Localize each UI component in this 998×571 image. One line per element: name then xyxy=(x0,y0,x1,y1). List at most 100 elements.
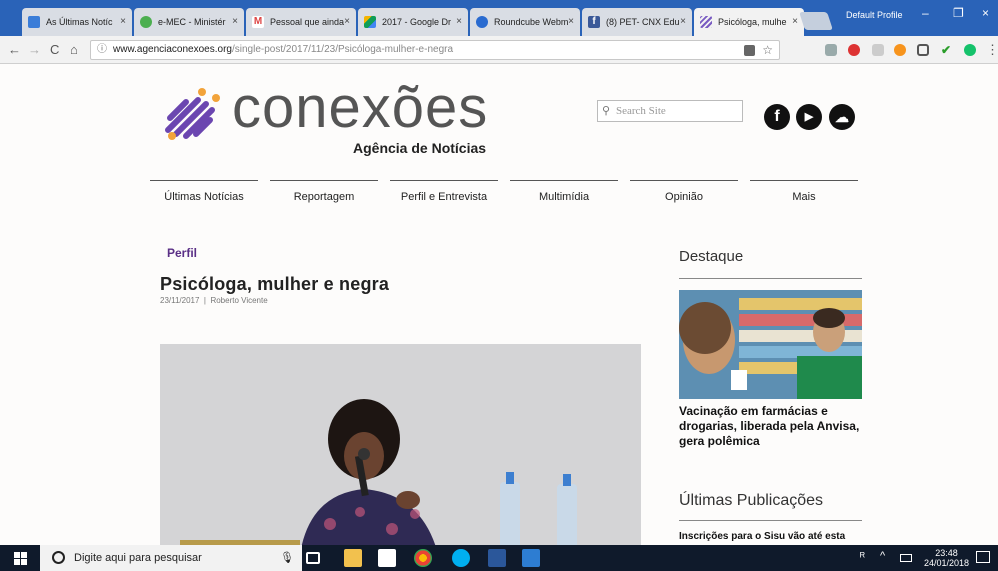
tab-facebook[interactable]: f (8) PET- CNX Edu × xyxy=(582,8,692,36)
tab-e-mec[interactable]: e-MEC - Ministér × xyxy=(134,8,244,36)
taskbar-clock[interactable]: 23:48 24/01/2018 xyxy=(924,548,969,568)
nav-opiniao[interactable]: Opinião xyxy=(630,180,738,203)
featured-heading: Destaque xyxy=(679,248,744,265)
nav-perfil-entrevista[interactable]: Perfil e Entrevista xyxy=(390,180,498,203)
site-info-icon[interactable]: ⓘ xyxy=(97,41,107,59)
close-icon[interactable]: × xyxy=(344,8,350,36)
clock-time: 23:48 xyxy=(935,548,958,558)
site-favicon-icon xyxy=(28,16,40,28)
chrome-icon[interactable] xyxy=(414,549,432,567)
cortana-icon xyxy=(52,551,65,564)
post-date: 23/11/2017 xyxy=(160,296,200,305)
play-icon[interactable] xyxy=(894,44,906,56)
search-icon: ⚲ xyxy=(602,105,611,117)
word-icon[interactable] xyxy=(488,549,506,567)
post-author[interactable]: Roberto Vicente xyxy=(210,296,267,305)
url-path: /single-post/2017/11/23/Psicóloga-mulher… xyxy=(231,44,454,55)
main-nav: Últimas Notícias Reportagem Perfil e Ent… xyxy=(150,180,860,210)
latest-article-title[interactable]: Inscrições para o Sisu vão até esta xyxy=(679,530,862,543)
site-search-input[interactable]: ⚲ Search Site xyxy=(597,100,743,122)
tab-psicologa-active[interactable]: Psicóloga, mulhe × xyxy=(694,8,804,36)
tab-roundcube[interactable]: Roundcube Webm × xyxy=(470,8,580,36)
pin-icon[interactable] xyxy=(872,44,884,56)
youtube-icon[interactable]: ▶ xyxy=(796,104,822,130)
nav-mais[interactable]: Mais xyxy=(750,180,858,203)
conexoes-favicon-icon xyxy=(700,16,712,28)
facebook-favicon-icon: f xyxy=(588,16,600,28)
photos-icon[interactable] xyxy=(522,549,540,567)
nav-reportagem[interactable]: Reportagem xyxy=(270,180,378,203)
browser-toolbar: ← → C ⌂ ⓘ www.agenciaconexoes.org/single… xyxy=(0,36,998,64)
microphone-icon[interactable]: 🎙 xyxy=(280,545,294,571)
drive-icon xyxy=(364,16,376,28)
restore-icon[interactable]: ❐ xyxy=(953,6,964,20)
browser-tab-strip: As Últimas Notíc × e-MEC - Ministér × M … xyxy=(0,0,998,36)
tab-gmail[interactable]: M Pessoal que ainda × xyxy=(246,8,356,36)
tab-label: 2017 - Google Dr xyxy=(382,17,452,27)
logo-wordmark[interactable]: conexões xyxy=(232,74,488,141)
post-category-link[interactable]: Perfil xyxy=(167,246,197,260)
cast-icon[interactable] xyxy=(917,44,929,56)
latest-divider xyxy=(679,520,862,521)
tab-ultimas-noticias[interactable]: As Últimas Notíc × xyxy=(22,8,132,36)
close-icon[interactable]: × xyxy=(232,8,238,36)
close-icon[interactable]: × xyxy=(792,8,798,36)
roundcube-icon xyxy=(476,16,488,28)
profile-label[interactable]: Default Profile xyxy=(846,10,903,20)
meta-separator: | xyxy=(203,296,206,305)
window-close-icon[interactable]: × xyxy=(982,6,989,20)
taskbar-search-placeholder: Digite aqui para pesquisar xyxy=(74,552,202,564)
show-hidden-icons-icon[interactable]: ^ xyxy=(880,550,885,562)
nav-ultimas-noticias[interactable]: Últimas Notícias xyxy=(150,180,258,203)
featured-article-title[interactable]: Vacinação em farmácias e drogarias, libe… xyxy=(679,404,862,449)
back-icon[interactable]: ← xyxy=(8,42,21,57)
tab-google-drive[interactable]: 2017 - Google Dr × xyxy=(358,8,468,36)
bookmark-star-icon[interactable]: ☆ xyxy=(762,41,773,59)
new-tab-button[interactable] xyxy=(799,12,833,30)
url-domain: www.agenciaconexoes.org xyxy=(113,44,232,55)
tab-label: As Últimas Notíc xyxy=(46,17,113,27)
featured-divider xyxy=(679,278,862,279)
tab-label: Roundcube Webm xyxy=(494,17,569,27)
clock-date: 24/01/2018 xyxy=(924,558,970,568)
web-page: conexões Agência de Notícias ⚲ Search Si… xyxy=(0,64,998,545)
facebook-icon[interactable]: f xyxy=(764,104,790,130)
task-view-icon[interactable] xyxy=(306,552,320,564)
grammarly-icon[interactable] xyxy=(964,44,976,56)
reload-icon[interactable]: C xyxy=(50,42,59,57)
tab-label: Psicóloga, mulhe xyxy=(718,17,787,27)
close-icon[interactable]: × xyxy=(456,8,462,36)
extension-icon[interactable] xyxy=(825,44,837,56)
close-icon[interactable]: × xyxy=(568,8,574,36)
file-explorer-icon[interactable] xyxy=(344,549,362,567)
post-meta: 23/11/2017 | Roberto Vicente xyxy=(160,296,268,305)
post-hero-image xyxy=(160,344,641,545)
menu-icon[interactable]: ⋮ xyxy=(986,42,998,58)
latest-heading: Últimas Publicações xyxy=(679,492,824,509)
minimize-icon[interactable]: – xyxy=(922,6,929,20)
people-icon[interactable]: ᴿ xyxy=(860,551,865,563)
store-icon[interactable] xyxy=(378,549,396,567)
tab-label: Pessoal que ainda xyxy=(270,17,345,27)
post-title: Psicóloga, mulher e negra xyxy=(160,274,390,294)
nav-multimidia[interactable]: Multimídia xyxy=(510,180,618,203)
adblock-icon[interactable] xyxy=(848,44,860,56)
home-icon[interactable]: ⌂ xyxy=(70,42,78,57)
address-bar[interactable]: ⓘ www.agenciaconexoes.org/single-post/20… xyxy=(90,40,780,60)
soundcloud-icon[interactable]: ☁ xyxy=(829,104,855,130)
conexoes-logo-icon[interactable] xyxy=(162,84,232,140)
close-icon[interactable]: × xyxy=(680,8,686,36)
check-icon[interactable]: ✔ xyxy=(941,44,953,56)
forward-icon[interactable]: → xyxy=(28,42,41,57)
notifications-icon[interactable] xyxy=(976,551,990,563)
site-favicon-icon xyxy=(140,16,152,28)
close-icon[interactable]: × xyxy=(120,8,126,36)
gmail-icon: M xyxy=(252,16,264,28)
battery-icon[interactable] xyxy=(900,554,912,562)
featured-image[interactable] xyxy=(679,290,862,399)
taskbar-search-input[interactable]: Digite aqui para pesquisar 🎙 xyxy=(40,545,302,571)
translate-icon[interactable] xyxy=(744,45,755,56)
windows-start-icon[interactable] xyxy=(14,552,27,565)
tab-label: e-MEC - Ministér xyxy=(158,17,226,27)
skype-icon[interactable] xyxy=(452,549,470,567)
